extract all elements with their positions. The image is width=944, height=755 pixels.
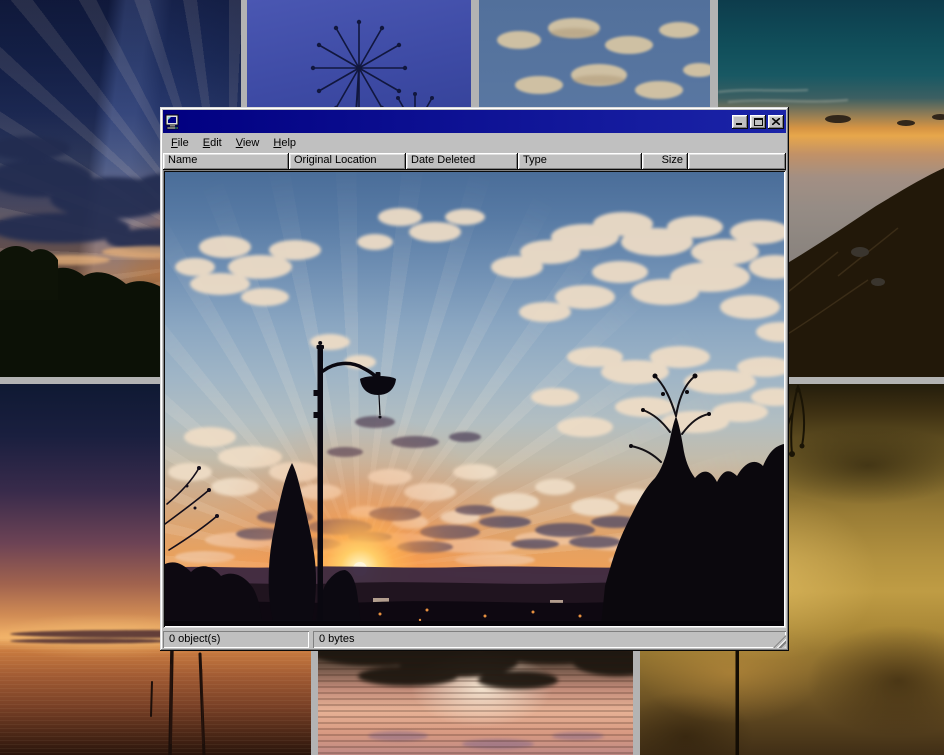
listview-background-photo: [165, 172, 784, 626]
column-header-filler: [688, 153, 786, 170]
column-header-original-location[interactable]: Original Location: [289, 153, 406, 170]
menu-edit[interactable]: Edit: [196, 135, 229, 152]
computer-icon: [165, 114, 181, 130]
water-ripple-overlay: [318, 650, 633, 755]
column-header-date-deleted[interactable]: Date Deleted: [406, 153, 518, 170]
menu-file[interactable]: File: [164, 135, 196, 152]
menu-view[interactable]: View: [229, 135, 267, 152]
status-object-count: 0 object(s): [163, 631, 309, 648]
column-header-size[interactable]: Size: [642, 153, 688, 170]
left-branches: [165, 466, 263, 626]
list-view[interactable]: [163, 170, 786, 628]
column-header-name[interactable]: Name: [163, 153, 289, 170]
right-trees: [601, 374, 784, 627]
maximize-button[interactable]: [750, 115, 766, 129]
minimize-icon: [736, 118, 744, 125]
status-bar: 0 object(s) 0 bytes: [163, 628, 786, 648]
menu-help[interactable]: Help: [266, 135, 303, 152]
menu-bar: File Edit View Help: [163, 133, 786, 153]
maximize-icon: [754, 118, 763, 126]
title-bar[interactable]: [163, 110, 786, 133]
minimize-button[interactable]: [732, 115, 748, 129]
silhouette-layer: [165, 172, 784, 626]
close-icon: [772, 118, 780, 125]
cypress-tree: [269, 463, 316, 626]
close-button[interactable]: [768, 115, 784, 129]
column-header-row: Name Original Location Date Deleted Type…: [163, 153, 786, 170]
recycle-bin-window: File Edit View Help Name Original Locati…: [160, 107, 789, 651]
status-byte-count: 0 bytes: [313, 631, 786, 648]
column-header-type[interactable]: Type: [518, 153, 642, 170]
